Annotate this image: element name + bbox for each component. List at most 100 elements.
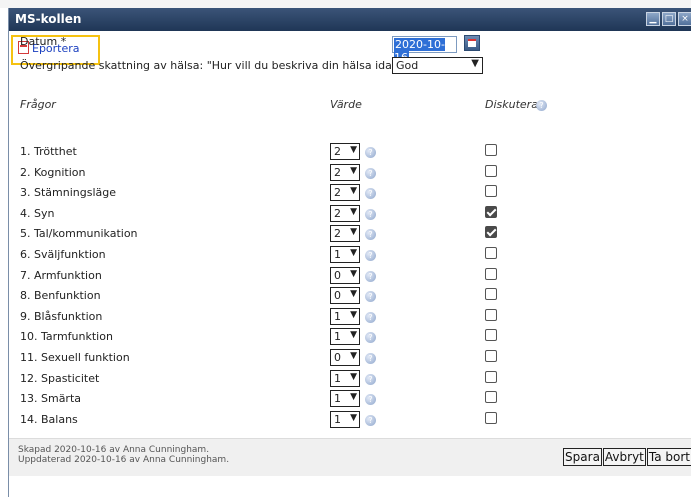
chevron-down-icon: ▼ bbox=[350, 165, 357, 176]
question-label: 9. Blåsfunktion bbox=[20, 309, 103, 323]
help-icon[interactable]: ? bbox=[365, 353, 376, 364]
cancel-button[interactable]: Avbryt bbox=[602, 448, 646, 466]
discuss-checkbox[interactable] bbox=[485, 350, 497, 362]
discuss-checkbox[interactable] bbox=[485, 164, 497, 177]
chevron-down-icon: ▼ bbox=[350, 392, 357, 403]
chevron-down-icon: ▼ bbox=[350, 351, 357, 361]
question-label: 12. Spasticitet bbox=[20, 371, 100, 385]
window-controls: ▁ □ × bbox=[644, 12, 691, 26]
chevron-down-icon: ▼ bbox=[350, 186, 357, 197]
value-select[interactable]: 2 ▼ bbox=[330, 184, 360, 202]
close-icon[interactable]: × bbox=[678, 12, 691, 26]
discuss-checkbox[interactable] bbox=[485, 267, 497, 280]
chevron-down-icon: ▼ bbox=[350, 309, 357, 320]
value-select[interactable]: 0 ▼ bbox=[330, 266, 360, 284]
help-icon[interactable]: ? bbox=[365, 373, 376, 385]
value-select[interactable]: 2 ▼ bbox=[330, 143, 360, 160]
question-label: 11. Sexuell funktion bbox=[20, 351, 130, 364]
calendar-icon[interactable] bbox=[464, 35, 480, 51]
chevron-down-icon: ▼ bbox=[350, 248, 357, 258]
health-select[interactable]: God ▼ bbox=[392, 57, 483, 74]
value-select[interactable]: 1 ▼ bbox=[330, 390, 360, 408]
table-row: 5. Tal/kommunikation 2 ▼? bbox=[9, 224, 691, 244]
updated-text: Uppdaterad 2020-10-16 av Anna Cunningham… bbox=[18, 455, 230, 465]
col-header-value: Värde bbox=[330, 98, 362, 111]
question-label: 5. Tal/kommunikation bbox=[20, 227, 138, 241]
value-select[interactable]: 1 ▼ bbox=[330, 369, 360, 387]
discuss-checkbox[interactable] bbox=[485, 226, 497, 239]
help-icon[interactable]: ? bbox=[365, 311, 376, 323]
help-icon[interactable]: ? bbox=[365, 394, 376, 406]
maximize-icon[interactable]: □ bbox=[662, 12, 676, 26]
window-titlebar[interactable]: MS-kollen ▁ □ × bbox=[9, 8, 691, 31]
chevron-down-icon: ▼ bbox=[350, 412, 357, 423]
health-select-value: God bbox=[396, 59, 419, 72]
question-label: 1. Trötthet bbox=[20, 145, 77, 158]
discuss-checkbox[interactable] bbox=[485, 370, 497, 383]
delete-button[interactable]: Ta bort bbox=[646, 448, 691, 466]
minimize-icon[interactable]: ▁ bbox=[646, 12, 660, 26]
value-select[interactable]: 0 ▼ bbox=[330, 287, 360, 305]
help-icon[interactable]: ? bbox=[536, 100, 547, 111]
date-field[interactable]: 2020-10-16 bbox=[392, 36, 457, 64]
question-label: 13. Smärta bbox=[20, 392, 82, 406]
value-select[interactable]: 2 ▼ bbox=[330, 225, 360, 243]
help-icon[interactable]: ? bbox=[365, 147, 376, 158]
table-row: 2. Kognition 2 ▼? bbox=[9, 163, 691, 183]
help-icon[interactable]: ? bbox=[365, 332, 376, 344]
help-icon[interactable]: ? bbox=[365, 270, 376, 282]
chevron-down-icon: ▼ bbox=[350, 289, 357, 300]
question-label: 10. Tarmfunktion bbox=[20, 330, 113, 344]
help-icon[interactable]: ? bbox=[365, 229, 376, 241]
value-select-value: 1 bbox=[334, 248, 341, 261]
footer-buttons: Spara Avbryt Ta bort bbox=[562, 448, 691, 466]
save-button[interactable]: Spara bbox=[563, 448, 602, 466]
date-label: Datum * bbox=[20, 35, 67, 48]
discuss-checkbox[interactable] bbox=[485, 329, 497, 342]
help-icon[interactable]: ? bbox=[365, 291, 376, 303]
discuss-checkbox[interactable] bbox=[485, 185, 497, 198]
table-row: 12. Spasticitet 1 ▼? bbox=[9, 369, 691, 389]
table-row: 8. Benfunktion 0 ▼? bbox=[9, 286, 691, 306]
help-icon[interactable]: ? bbox=[365, 188, 376, 200]
value-select-value: 1 bbox=[334, 392, 341, 406]
health-label: Övergripande skattning av hälsa: "Hur vi… bbox=[20, 59, 410, 72]
value-select[interactable]: 1 ▼ bbox=[330, 307, 360, 325]
window-title: MS-kollen bbox=[15, 12, 82, 26]
help-icon[interactable]: ? bbox=[365, 208, 376, 220]
discuss-checkbox[interactable] bbox=[485, 411, 497, 424]
value-select-value: 0 bbox=[334, 268, 341, 282]
value-select[interactable]: 0 ▼ bbox=[330, 349, 360, 366]
help-icon[interactable]: ? bbox=[365, 167, 376, 179]
value-select-value: 1 bbox=[334, 412, 341, 426]
value-select[interactable]: 2 ▼ bbox=[330, 204, 360, 222]
discuss-checkbox[interactable] bbox=[485, 391, 497, 404]
table-row: 13. Smärta 1 ▼? bbox=[9, 389, 691, 409]
value-select[interactable]: 1 ▼ bbox=[330, 410, 360, 428]
table-row: 14. Balans 1 ▼? bbox=[9, 410, 691, 430]
value-select[interactable]: 1 ▼ bbox=[330, 328, 360, 346]
help-icon[interactable]: ? bbox=[365, 414, 376, 426]
discuss-checkbox[interactable] bbox=[485, 205, 497, 218]
value-select-value: 1 bbox=[334, 371, 341, 385]
value-select-value: 0 bbox=[334, 351, 341, 364]
value-select[interactable]: 2 ▼ bbox=[330, 163, 360, 181]
value-select-value: 2 bbox=[334, 145, 341, 158]
value-select[interactable]: 1 ▼ bbox=[330, 246, 360, 263]
audit-info: Skapad 2020-10-16 av Anna Cunningham. Up… bbox=[18, 445, 229, 465]
question-label: 7. Armfunktion bbox=[20, 268, 102, 282]
question-label: 14. Balans bbox=[20, 412, 78, 426]
ms-kollen-window: MS-kollen ▁□× Eportera Datum * 2020-10-1… bbox=[8, 8, 691, 497]
value-select-value: 2 bbox=[334, 206, 341, 220]
discuss-checkbox[interactable] bbox=[485, 308, 497, 321]
discuss-checkbox[interactable] bbox=[485, 288, 497, 301]
help-icon[interactable]: ? bbox=[365, 250, 376, 261]
chevron-down-icon: ▼ bbox=[471, 58, 479, 69]
question-label: 3. Stämningsläge bbox=[20, 186, 117, 200]
discuss-checkbox[interactable] bbox=[485, 247, 497, 259]
table-row: 7. Armfunktion 0 ▼? bbox=[9, 266, 691, 286]
col-header-questions: Frågor bbox=[20, 98, 56, 111]
value-select-value: 1 bbox=[334, 309, 341, 323]
table-row: 11. Sexuell funktion 0 ▼? bbox=[9, 348, 691, 368]
discuss-checkbox[interactable] bbox=[485, 144, 497, 156]
